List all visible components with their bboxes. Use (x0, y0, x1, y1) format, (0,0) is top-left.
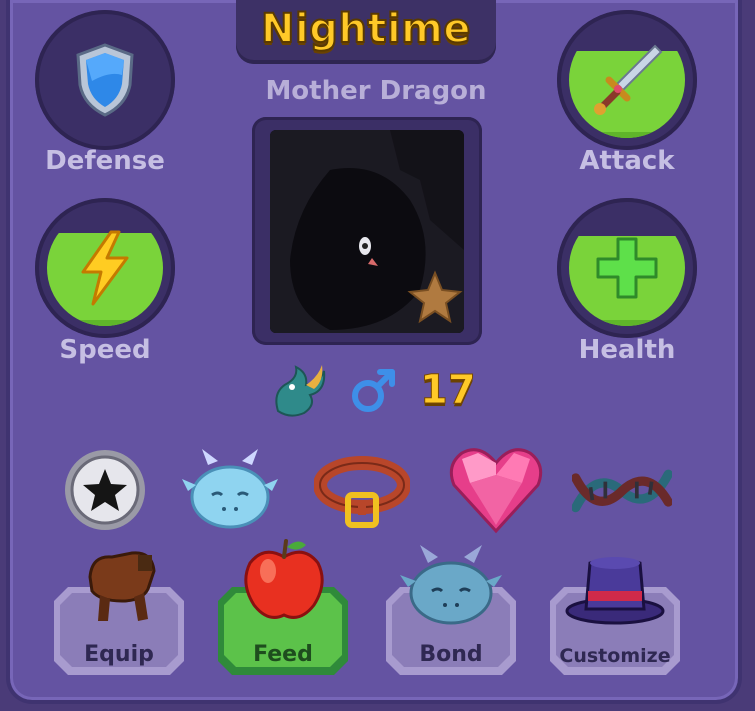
bond-button[interactable]: Bond (386, 545, 516, 675)
lightning-icon (81, 230, 129, 306)
defense-label: Defense (45, 146, 165, 176)
pet-info-row: 17 (268, 360, 478, 420)
equip-button[interactable]: Equip (54, 551, 184, 675)
dragon-face-icon (400, 545, 502, 625)
heart-gem-icon[interactable] (446, 440, 546, 540)
pet-species: Mother Dragon (265, 76, 487, 106)
dna-icon[interactable] (572, 440, 672, 540)
customize-button[interactable]: Customize (550, 557, 680, 675)
dragon-icon (275, 365, 326, 417)
dragon-face-icon[interactable] (180, 440, 280, 540)
speed-stat[interactable] (35, 198, 175, 338)
health-label: Health (578, 335, 676, 365)
health-stat[interactable] (557, 198, 697, 338)
apple-icon (244, 539, 324, 619)
saddle-icon (88, 551, 156, 621)
speed-label: Speed (59, 335, 151, 365)
defense-stat[interactable] (35, 10, 175, 150)
star-badge-icon[interactable] (55, 440, 155, 540)
attack-label: Attack (579, 146, 675, 176)
dragon-silhouette (270, 130, 464, 333)
pet-portrait[interactable] (270, 130, 464, 333)
equip-label: Equip (84, 642, 154, 667)
attack-stat[interactable] (557, 10, 697, 150)
male-icon (352, 369, 395, 412)
bond-label: Bond (419, 642, 483, 667)
pet-name: Nightime (260, 5, 471, 53)
pet-level: 17 (420, 367, 477, 414)
feed-button[interactable]: Feed (218, 539, 348, 675)
sword-icon (594, 44, 663, 115)
top-hat-icon (565, 557, 665, 625)
customize-label: Customize (559, 645, 671, 667)
shield-icon (76, 43, 134, 117)
collar-icon[interactable] (312, 440, 412, 540)
feed-label: Feed (253, 642, 313, 667)
plus-icon (596, 237, 658, 299)
